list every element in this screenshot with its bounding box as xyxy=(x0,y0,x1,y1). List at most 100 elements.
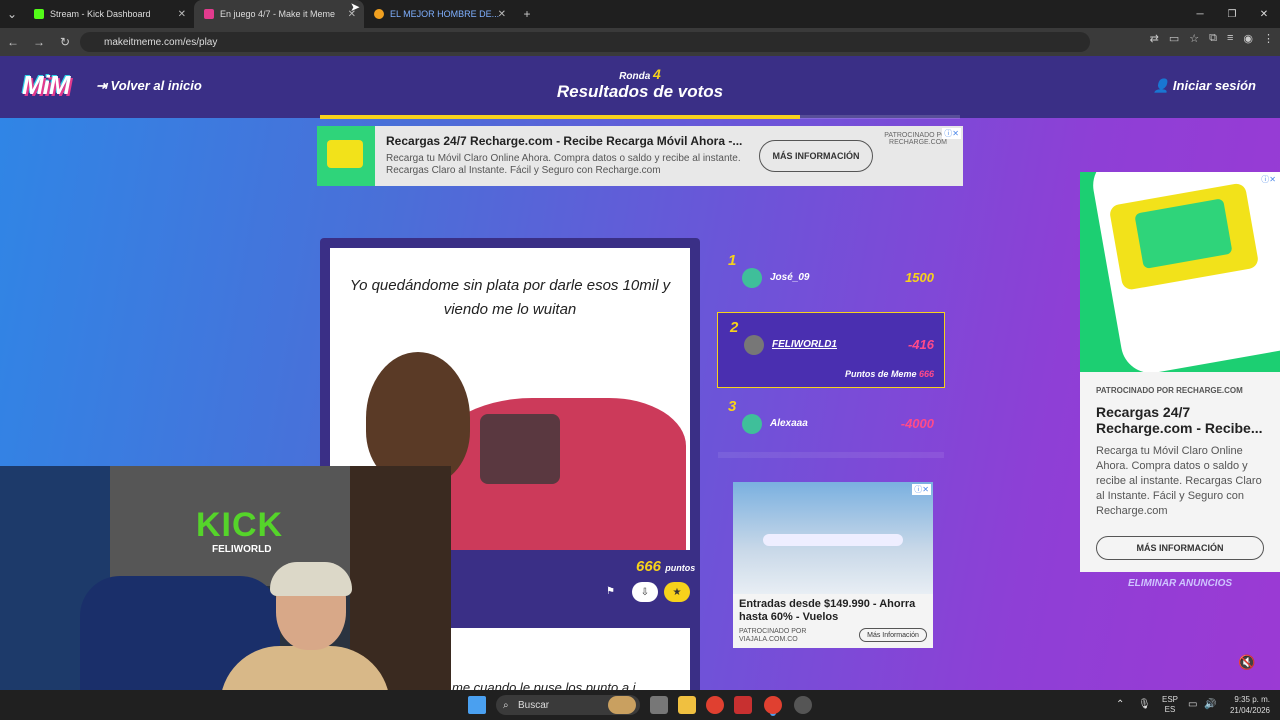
login-button[interactable]: 👤 Iniciar sesión xyxy=(1153,78,1256,94)
ad-title[interactable]: Recargas 24/7 Recharge.com - Recibe... xyxy=(1096,404,1268,436)
reload-icon[interactable]: ↻ xyxy=(52,28,78,56)
top-ad-banner[interactable]: Recargas 24/7 Recharge.com - Recibe Reca… xyxy=(317,126,963,186)
recharge-ad-image xyxy=(317,126,375,186)
speaker-mute-icon[interactable]: 🔇 xyxy=(1238,654,1255,671)
close-tab-icon[interactable]: ✕ xyxy=(498,9,506,20)
translate-icon[interactable]: ⇄ xyxy=(1150,32,1159,45)
app-icon[interactable] xyxy=(794,696,812,714)
lang-region: ES xyxy=(1164,705,1176,714)
maximize-icon[interactable]: ❐ xyxy=(1216,0,1248,28)
forward-icon[interactable]: → xyxy=(26,28,52,56)
kick-favicon-icon xyxy=(34,9,44,19)
leaderboard-row: 1 José_09 1500 xyxy=(716,246,944,308)
mouse-cursor-icon: ➤ xyxy=(350,0,361,14)
chevron-up-icon[interactable]: ⌃ xyxy=(1116,699,1124,710)
ad-description: Recarga tu Móvil Claro Online Ahora. Com… xyxy=(386,153,741,176)
ad-choices-icon[interactable]: ⓘ✕ xyxy=(942,128,961,139)
bookmark-star-icon[interactable]: ☆ xyxy=(1189,32,1199,45)
windows-taskbar: ⌕ Buscar ⌃ 🎙 ESP ES ▭ 🔊 9:35 p. m. 21/04/20… xyxy=(0,690,1280,720)
ad-more-info-button[interactable]: Más Información xyxy=(859,628,927,642)
language-indicator[interactable]: ESP ES xyxy=(1162,695,1178,715)
ad-sponsor: PATROCINADO POR RECHARGE.COM xyxy=(1096,386,1243,395)
ad-title[interactable]: Recargas 24/7 Recharge.com - Recibe Reca… xyxy=(386,134,786,148)
cast-icon[interactable]: ▭ xyxy=(1169,32,1179,45)
app-icon[interactable] xyxy=(734,696,752,714)
new-tab-icon[interactable]: + xyxy=(514,0,540,28)
extensions-icon[interactable]: ⧉ xyxy=(1209,32,1217,45)
next-meme-caption: me cuando le puse los punto a i xyxy=(452,680,636,690)
clock-time: 9:35 p. m. xyxy=(1234,695,1270,704)
close-window-icon[interactable]: ✕ xyxy=(1248,0,1280,28)
menu-dots-icon[interactable]: ⋮ xyxy=(1263,32,1274,45)
meme-points-breakdown: Puntos de Meme 666 xyxy=(845,369,934,379)
network-icon[interactable]: ▭ xyxy=(1188,699,1197,710)
volume-icon[interactable]: 🔊 xyxy=(1204,699,1216,710)
search-icon: ⌕ xyxy=(503,699,509,711)
leaderboard-scroll-edge xyxy=(718,452,944,458)
profile-avatar-icon[interactable]: ◉ xyxy=(1243,32,1253,45)
player-name: Alexaaa xyxy=(770,418,808,429)
ad-choices-icon[interactable]: ⓘ✕ xyxy=(1259,174,1278,185)
clock[interactable]: 9:35 p. m. 21/04/2026 xyxy=(1230,694,1270,716)
back-icon[interactable]: ← xyxy=(0,28,26,56)
windows-start-icon[interactable] xyxy=(468,696,486,714)
chrome-active-icon[interactable] xyxy=(764,696,782,714)
tab-title: En juego 4/7 - Make it Meme xyxy=(220,9,336,19)
meme-points-label: Puntos de Meme xyxy=(844,369,917,379)
address-bar-row: ← → ↻ makeitmeme.com/es/play ⇄ ▭ ☆ ⧉ ≡ ◉… xyxy=(0,28,1280,56)
ad-more-info-button[interactable]: MÁS INFORMACIÓN xyxy=(759,140,873,172)
ad-title[interactable]: Entradas desde $149.990 - Ahorra hasta 6… xyxy=(739,598,929,624)
task-view-icon[interactable] xyxy=(650,696,668,714)
points-value: 666 xyxy=(636,558,662,575)
widget-icon[interactable] xyxy=(608,696,636,714)
airplane-ad-image xyxy=(733,482,933,594)
microphone-icon[interactable]: 🎙 xyxy=(1138,699,1151,710)
tab-title: Stream - Kick Dashboard xyxy=(50,9,151,19)
report-flag-icon[interactable]: ⚑ xyxy=(606,586,615,597)
url-input[interactable]: makeitmeme.com/es/play xyxy=(80,32,1090,52)
clock-date: 21/04/2026 xyxy=(1229,706,1270,715)
player-score: 1500 xyxy=(905,270,934,285)
user-icon: 👤 xyxy=(1153,78,1173,93)
leaderboard-row-highlighted: 2 FELIWORLD1 -416 Puntos de Meme 666 xyxy=(717,312,945,388)
chrome-icon[interactable] xyxy=(706,696,724,714)
favorite-button[interactable]: ★ xyxy=(664,582,690,602)
webcam-overlay: KICK FELIWORLD xyxy=(0,466,451,720)
ad-choices-icon[interactable]: ⓘ✕ xyxy=(912,484,931,495)
next-meme-card: me cuando le puse los punto a i xyxy=(450,628,690,690)
progress-fill xyxy=(320,115,800,119)
browser-tab-strip: ⌄ Stream - Kick Dashboard ✕ En juego 4/7… xyxy=(0,0,1280,28)
leaderboard: 1 José_09 1500 2 FELIWORLD1 -416 Puntos … xyxy=(716,246,948,466)
file-explorer-icon[interactable] xyxy=(678,696,696,714)
rank: 2 xyxy=(730,319,739,336)
ad-sponsor: PATROCINADO POR VIAJALA.COM.CO xyxy=(739,628,807,643)
media-icon[interactable]: ≡ xyxy=(1227,32,1233,45)
player-score: -4000 xyxy=(900,416,934,431)
tab-make-it-meme[interactable]: En juego 4/7 - Make it Meme ✕ xyxy=(194,0,364,28)
player-name[interactable]: FELIWORLD1 xyxy=(772,339,837,350)
flights-ad[interactable]: Entradas desde $149.990 - Ahorra hasta 6… xyxy=(733,482,933,648)
close-tab-icon[interactable]: ✕ xyxy=(178,9,186,20)
tab-search-icon[interactable]: ⌄ xyxy=(0,0,24,28)
rank: 1 xyxy=(728,252,737,269)
tab-youtube[interactable]: EL MEJOR HOMBRE DE... ✕ xyxy=(364,0,514,28)
download-button[interactable]: ⇩ xyxy=(632,582,658,602)
minimize-icon[interactable]: ─ xyxy=(1184,0,1216,28)
search-label: Buscar xyxy=(518,699,550,711)
ad-more-info-button[interactable]: MÁS INFORMACIÓN xyxy=(1096,536,1264,560)
browser-toolbar-icons: ⇄ ▭ ☆ ⧉ ≡ ◉ ⋮ xyxy=(1150,32,1274,45)
youtube-favicon-icon xyxy=(374,9,384,19)
rank: 3 xyxy=(728,398,737,415)
leaderboard-row: 3 Alexaaa -4000 xyxy=(716,392,944,454)
round-progress-bar xyxy=(320,115,960,119)
tab-kick-dashboard[interactable]: Stream - Kick Dashboard ✕ xyxy=(24,0,194,28)
kick-logo: KICK xyxy=(196,506,284,544)
avatar xyxy=(744,335,764,355)
avatar xyxy=(742,414,762,434)
meme-points: 666 puntos xyxy=(636,558,695,575)
remove-ads-link[interactable]: ELIMINAR ANUNCIOS xyxy=(1080,578,1280,589)
lang-code: ESP xyxy=(1162,695,1179,704)
round-indicator: Ronda 4 xyxy=(0,66,1280,82)
side-ad[interactable]: PATROCINADO POR RECHARGE.COM Recargas 24… xyxy=(1080,172,1280,572)
login-label: Iniciar sesión xyxy=(1172,78,1256,93)
